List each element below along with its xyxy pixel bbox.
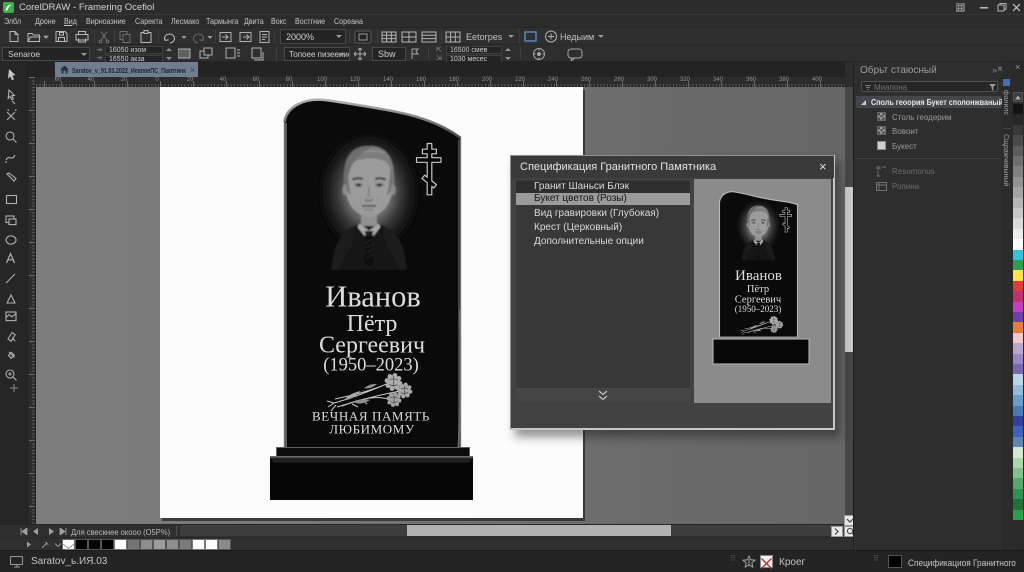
svg-text:ЛЮБИМОМУ: ЛЮБИМОМУ xyxy=(329,422,415,437)
svg-text:Иванов: Иванов xyxy=(325,280,421,314)
svg-text:Иванов: Иванов xyxy=(735,268,782,284)
svg-text:(1950–2023): (1950–2023) xyxy=(323,356,419,376)
svg-text:(1950–2023): (1950–2023) xyxy=(735,304,782,314)
svg-text:Пётр: Пётр xyxy=(747,284,769,295)
